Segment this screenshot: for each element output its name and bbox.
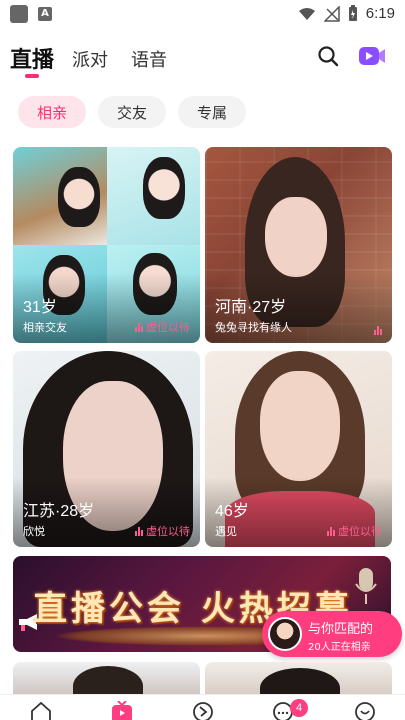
card-subtitle: 相亲交友 — [23, 321, 67, 334]
bottom-nav — [0, 694, 405, 720]
card-subtitle: 兔兔寻找有缘人 — [215, 321, 292, 334]
battery-icon — [348, 5, 357, 21]
home-icon[interactable] — [30, 701, 52, 720]
live-bars-icon — [135, 322, 143, 332]
no-signal-icon — [323, 5, 340, 22]
active-tab-indicator — [25, 74, 39, 78]
card-subtitle: 遇见 — [215, 525, 237, 538]
live-card[interactable]: 31岁 相亲交友 虚位以待 — [13, 147, 200, 343]
card-title: 江苏·28岁 — [23, 503, 95, 520]
card-status: 虚位以待 — [327, 523, 382, 539]
card-status-text: 虚位以待 — [338, 525, 382, 538]
live-card-partial[interactable] — [13, 662, 200, 696]
search-icon[interactable] — [316, 44, 340, 68]
live-tv-icon[interactable] — [111, 700, 133, 720]
status-right: 6:19 — [298, 5, 395, 22]
live-card[interactable]: 46岁 遇见 虚位以待 — [205, 351, 392, 547]
tab-live[interactable]: 直播 — [10, 42, 54, 74]
chip-friends[interactable]: 交友 — [98, 96, 166, 128]
card-status — [374, 325, 382, 335]
status-bar: A 6:19 — [0, 0, 405, 30]
card-title: 河南·27岁 — [215, 299, 287, 316]
live-bars-icon — [327, 526, 335, 536]
category-chips: 相亲 交友 专属 — [18, 96, 246, 128]
chip-exclusive[interactable]: 专属 — [178, 96, 246, 128]
chip-matchmaking[interactable]: 相亲 — [18, 96, 86, 128]
messages-badge: 4 — [290, 699, 308, 717]
live-card[interactable]: 河南·27岁 兔兔寻找有缘人 — [205, 147, 392, 343]
tab-party[interactable]: 派对 — [72, 46, 108, 72]
clock: 6:19 — [365, 5, 395, 22]
card-status-text: 虚位以待 — [146, 321, 190, 334]
app-icon — [10, 5, 28, 23]
top-nav: 直播 派对 语音 — [0, 38, 405, 80]
wifi-icon — [298, 7, 315, 20]
live-bars-icon — [135, 526, 143, 536]
match-title: 与你匹配的 — [308, 622, 374, 637]
status-left: A — [10, 5, 52, 23]
avatar — [268, 617, 302, 651]
card-status: 虚位以待 — [135, 523, 190, 539]
video-icon[interactable] — [358, 44, 386, 68]
live-card-partial[interactable] — [205, 662, 392, 696]
profile-icon[interactable] — [354, 701, 376, 720]
microphone-icon — [353, 566, 379, 610]
match-pill[interactable]: 与你匹配的 20人正在相亲 — [262, 611, 402, 657]
tab-voice[interactable]: 语音 — [131, 46, 167, 72]
live-card[interactable]: 江苏·28岁 欣悦 虚位以待 — [13, 351, 200, 547]
live-bars-icon — [374, 325, 382, 335]
notification-a-icon: A — [38, 7, 52, 21]
card-title: 31岁 — [23, 299, 57, 316]
card-subtitle: 欣悦 — [23, 525, 45, 538]
card-status: 虚位以待 — [135, 319, 190, 335]
discover-icon[interactable] — [192, 701, 214, 720]
card-title: 46岁 — [215, 503, 249, 520]
card-status-text: 虚位以待 — [146, 525, 190, 538]
match-subtitle: 20人正在相亲 — [308, 642, 371, 653]
